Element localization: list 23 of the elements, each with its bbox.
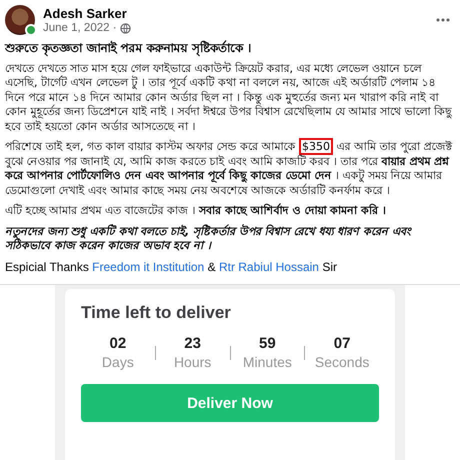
countdown-value: 07 (334, 335, 350, 352)
countdown-label: Days (102, 354, 134, 370)
author-name[interactable]: Adesh Sarker (43, 6, 428, 21)
countdown-label: Seconds (314, 354, 370, 370)
highlighted-amount: $350 (298, 138, 333, 155)
countdown-title: Time left to deliver (81, 303, 232, 323)
countdown-value: 59 (259, 335, 276, 352)
countdown-label: Hours (174, 354, 212, 370)
post-paragraph: দেখতে দেখতে সাত মাস হয়ে গেল ফাইভারে একাউন্ট ক্রিয়েট করার, এর মধ্যে লেভেল ওয়ানে চলে এসেছি, টার্গেট এখন লেভেল টু । তার পূর্বে একটি কথা না বললে নয়, আজে এই অর্ডারটি পেলাম ১৪ দিনে পরে মানে ১৪ দিনে আমার কোন অর্ডার ছিল না । কিন্তু এক মুহুর্তের জন্য মন খারাপ করি নাই বা কোন মুহূর্তের জন্য ডিপ্রেশনে যাই নাই । সর্বদা ঈশ্বরে উপর বিশ্বাস রেখেছিলাম যে আমার সাথে ভালো কিছু হবে তাই হয়তো কোন অর্ডার আসতেছে না । (5, 62, 453, 134)
countdown-value: 23 (184, 335, 201, 352)
post-date[interactable]: June 1, 2022 · (43, 22, 117, 34)
avatar[interactable] (5, 5, 35, 35)
countdown-label: Minutes (242, 354, 292, 370)
thanks-line: Espicial Thanks Freedom it Institution & Rtr Rabiul Hossain Sir (5, 260, 338, 274)
post-paragraph: এটি হচ্ছে আমার প্রথম এত বাজেটের কাজ । সবার কাছে আশির্বাদ ও দোয়া কামনা করি । (5, 204, 387, 218)
profile-link[interactable]: Rtr Rabiul Hossain (218, 260, 319, 274)
countdown-value: 02 (110, 335, 126, 352)
post-heading: শুরুতে কৃতজ্ঞতা জানাই পরম করুনাময় সৃষ্টিকর্তাকে । (5, 41, 252, 56)
more-options-icon[interactable] (436, 18, 450, 22)
profile-link[interactable]: Freedom it Institution (92, 260, 204, 274)
post-paragraph: পরিশেষে তাই হল, গত কাল বায়ার কাস্টম অফার সেন্ড করে আমাকে $350 এর আমি তার পুরো প্রজেক্ট বুঝে নেওয়ার পর জানাই যে, আমি কাজ করতে চাই এবং আমি কাজটি করব । তার পরে বায়ার প্রথম প্রশ্ন করে আপনার পোর্টফোলিও দেন এবং আপনার পূর্বে কিছু কাজের ডেমো দেন । একটু সময় নিয়ে আমার ডেমোগুলো দেখাই এবং আমার কাছে সময় নেয় অবশেষে আজকে অর্ডারটি কনর্ফাম করে । (5, 140, 454, 198)
globe-icon (120, 22, 131, 34)
post-paragraph: নতুনদের জন্য শুধু একটি কথা বলতে চাই, সৃষ্টিকর্তার উপর বিশ্বাস রেখে ধয্য ধারণ করেন এবং সঠিকভাবে কাজ করেন কাজের অভাব হবে না । (5, 224, 413, 254)
